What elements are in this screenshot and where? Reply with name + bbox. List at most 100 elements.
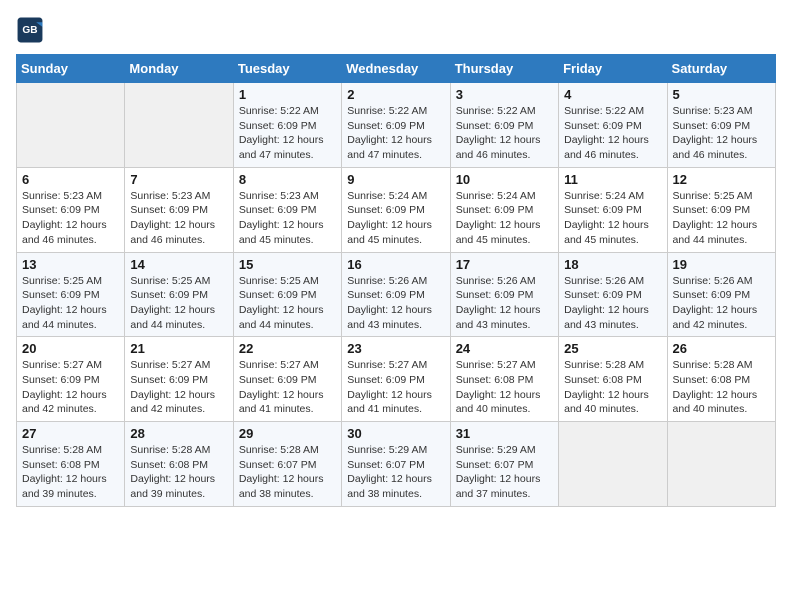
day-info: Sunrise: 5:28 AM Sunset: 6:08 PM Dayligh… (564, 358, 661, 417)
weekday-header-tuesday: Tuesday (233, 55, 341, 83)
day-cell: 12Sunrise: 5:25 AM Sunset: 6:09 PM Dayli… (667, 167, 775, 252)
day-number: 13 (22, 257, 119, 272)
week-row-1: 1 Sunrise: 5:22 AM Sunset: 6:09 PM Daylig… (17, 83, 776, 168)
day-number: 4 (564, 87, 661, 102)
day-number: 3 (456, 87, 553, 102)
weekday-header-saturday: Saturday (667, 55, 775, 83)
day-number: 2 (347, 87, 444, 102)
day-cell: 6 Sunrise: 5:23 AM Sunset: 6:09 PM Daylig… (17, 167, 125, 252)
day-cell: 27 Sunrise: 5:28 AM Sunset: 6:08 PM Dayli… (17, 422, 125, 507)
weekday-header-sunday: Sunday (17, 55, 125, 83)
day-cell: 5 Sunrise: 5:23 AM Sunset: 6:09 PM Daylig… (667, 83, 775, 168)
day-number: 29 (239, 426, 336, 441)
day-number: 14 (130, 257, 227, 272)
day-cell: 25 Sunrise: 5:28 AM Sunset: 6:08 PM Dayli… (559, 337, 667, 422)
calendar-body: 1 Sunrise: 5:22 AM Sunset: 6:09 PM Daylig… (17, 83, 776, 507)
day-cell: 2 Sunrise: 5:22 AM Sunset: 6:09 PM Daylig… (342, 83, 450, 168)
day-cell: 28 Sunrise: 5:28 AM Sunset: 6:08 PM Dayli… (125, 422, 233, 507)
day-info: Sunrise: 5:28 AM Sunset: 6:08 PM Dayligh… (130, 443, 227, 502)
day-info: Sunrise: 5:27 AM Sunset: 6:09 PM Dayligh… (347, 358, 444, 417)
day-cell: 21 Sunrise: 5:27 AM Sunset: 6:09 PM Dayli… (125, 337, 233, 422)
day-info: Sunrise: 5:27 AM Sunset: 6:09 PM Dayligh… (130, 358, 227, 417)
day-number: 27 (22, 426, 119, 441)
day-cell: 18 Sunrise: 5:26 AM Sunset: 6:09 PM Dayli… (559, 252, 667, 337)
weekday-header-wednesday: Wednesday (342, 55, 450, 83)
day-info: Sunrise: 5:23 AM Sunset: 6:09 PM Dayligh… (130, 189, 227, 248)
calendar-header: SundayMondayTuesdayWednesdayThursdayFrid… (17, 55, 776, 83)
weekday-header-friday: Friday (559, 55, 667, 83)
week-row-2: 6 Sunrise: 5:23 AM Sunset: 6:09 PM Daylig… (17, 167, 776, 252)
day-cell: 17Sunrise: 5:26 AM Sunset: 6:09 PM Dayli… (450, 252, 558, 337)
day-info: Sunrise: 5:26 AM Sunset: 6:09 PM Dayligh… (564, 274, 661, 333)
day-number: 31 (456, 426, 553, 441)
day-info: Sunrise: 5:28 AM Sunset: 6:08 PM Dayligh… (22, 443, 119, 502)
day-info: Sunrise: 5:23 AM Sunset: 6:09 PM Dayligh… (673, 104, 770, 163)
day-number: 24 (456, 341, 553, 356)
day-number: 11 (564, 172, 661, 187)
day-cell: 8Sunrise: 5:23 AM Sunset: 6:09 PM Daylig… (233, 167, 341, 252)
day-info: Sunrise: 5:22 AM Sunset: 6:09 PM Dayligh… (456, 104, 553, 163)
page-header: GB (16, 16, 776, 44)
day-info: Sunrise: 5:22 AM Sunset: 6:09 PM Dayligh… (564, 104, 661, 163)
day-cell: 24 Sunrise: 5:27 AM Sunset: 6:08 PM Dayli… (450, 337, 558, 422)
day-cell: 14 Sunrise: 5:25 AM Sunset: 6:09 PM Dayli… (125, 252, 233, 337)
week-row-4: 20 Sunrise: 5:27 AM Sunset: 6:09 PM Dayli… (17, 337, 776, 422)
day-info: Sunrise: 5:29 AM Sunset: 6:07 PM Dayligh… (456, 443, 553, 502)
day-cell: 4 Sunrise: 5:22 AM Sunset: 6:09 PM Daylig… (559, 83, 667, 168)
day-info: Sunrise: 5:27 AM Sunset: 6:09 PM Dayligh… (239, 358, 336, 417)
day-cell: 29Sunrise: 5:28 AM Sunset: 6:07 PM Dayli… (233, 422, 341, 507)
day-cell (17, 83, 125, 168)
day-number: 1 (239, 87, 336, 102)
weekday-header-thursday: Thursday (450, 55, 558, 83)
day-cell: 23 Sunrise: 5:27 AM Sunset: 6:09 PM Dayli… (342, 337, 450, 422)
week-row-5: 27 Sunrise: 5:28 AM Sunset: 6:08 PM Dayli… (17, 422, 776, 507)
day-info: Sunrise: 5:23 AM Sunset: 6:09 PM Dayligh… (22, 189, 119, 248)
day-cell (559, 422, 667, 507)
day-info: Sunrise: 5:25 AM Sunset: 6:09 PM Dayligh… (239, 274, 336, 333)
day-number: 16 (347, 257, 444, 272)
calendar-table: SundayMondayTuesdayWednesdayThursdayFrid… (16, 54, 776, 507)
day-cell: 20Sunrise: 5:27 AM Sunset: 6:09 PM Dayli… (17, 337, 125, 422)
day-info: Sunrise: 5:24 AM Sunset: 6:09 PM Dayligh… (347, 189, 444, 248)
day-cell: 31 Sunrise: 5:29 AM Sunset: 6:07 PM Dayli… (450, 422, 558, 507)
logo: GB (16, 16, 48, 44)
day-cell: 10 Sunrise: 5:24 AM Sunset: 6:09 PM Dayli… (450, 167, 558, 252)
day-number: 17 (456, 257, 553, 272)
day-info: Sunrise: 5:24 AM Sunset: 6:09 PM Dayligh… (456, 189, 553, 248)
day-info: Sunrise: 5:25 AM Sunset: 6:09 PM Dayligh… (130, 274, 227, 333)
day-number: 6 (22, 172, 119, 187)
day-info: Sunrise: 5:25 AM Sunset: 6:09 PM Dayligh… (22, 274, 119, 333)
day-info: Sunrise: 5:24 AM Sunset: 6:09 PM Dayligh… (564, 189, 661, 248)
day-info: Sunrise: 5:22 AM Sunset: 6:09 PM Dayligh… (239, 104, 336, 163)
day-info: Sunrise: 5:29 AM Sunset: 6:07 PM Dayligh… (347, 443, 444, 502)
day-number: 30 (347, 426, 444, 441)
day-cell (125, 83, 233, 168)
day-number: 20 (22, 341, 119, 356)
logo-icon: GB (16, 16, 44, 44)
day-cell: 26Sunrise: 5:28 AM Sunset: 6:08 PM Dayli… (667, 337, 775, 422)
day-cell: 15 Sunrise: 5:25 AM Sunset: 6:09 PM Dayli… (233, 252, 341, 337)
day-number: 28 (130, 426, 227, 441)
day-number: 26 (673, 341, 770, 356)
day-number: 18 (564, 257, 661, 272)
day-info: Sunrise: 5:26 AM Sunset: 6:09 PM Dayligh… (347, 274, 444, 333)
day-number: 22 (239, 341, 336, 356)
day-cell: 19Sunrise: 5:26 AM Sunset: 6:09 PM Dayli… (667, 252, 775, 337)
day-info: Sunrise: 5:27 AM Sunset: 6:08 PM Dayligh… (456, 358, 553, 417)
week-row-3: 13 Sunrise: 5:25 AM Sunset: 6:09 PM Dayli… (17, 252, 776, 337)
day-number: 25 (564, 341, 661, 356)
day-number: 21 (130, 341, 227, 356)
day-cell: 1 Sunrise: 5:22 AM Sunset: 6:09 PM Daylig… (233, 83, 341, 168)
day-number: 19 (673, 257, 770, 272)
day-info: Sunrise: 5:22 AM Sunset: 6:09 PM Dayligh… (347, 104, 444, 163)
day-number: 23 (347, 341, 444, 356)
day-number: 5 (673, 87, 770, 102)
day-cell: 22 Sunrise: 5:27 AM Sunset: 6:09 PM Dayli… (233, 337, 341, 422)
day-cell: 11 Sunrise: 5:24 AM Sunset: 6:09 PM Dayli… (559, 167, 667, 252)
weekday-header-monday: Monday (125, 55, 233, 83)
day-cell: 3 Sunrise: 5:22 AM Sunset: 6:09 PM Daylig… (450, 83, 558, 168)
day-cell: 7Sunrise: 5:23 AM Sunset: 6:09 PM Daylig… (125, 167, 233, 252)
day-number: 15 (239, 257, 336, 272)
day-info: Sunrise: 5:23 AM Sunset: 6:09 PM Dayligh… (239, 189, 336, 248)
day-number: 10 (456, 172, 553, 187)
